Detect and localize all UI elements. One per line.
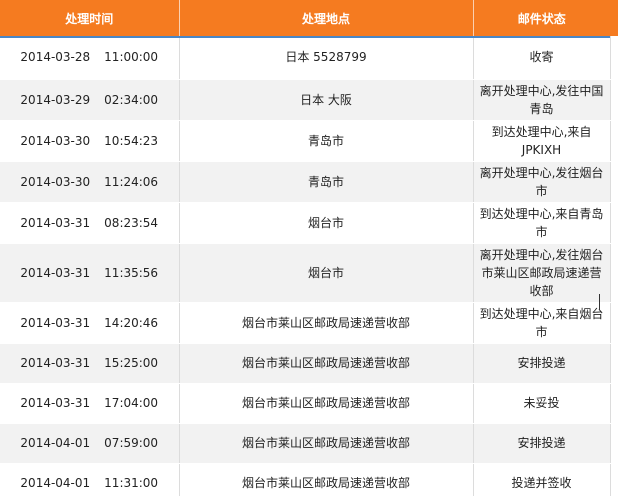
time-cell: 2014-03-31 11:35:56 xyxy=(0,243,180,303)
clock-text: 11:35:56 xyxy=(104,265,159,280)
location-cell: 日本 5528799 xyxy=(179,36,474,80)
table-row: 2014-03-31 17:04:00 烟台市莱山区邮政局速递营收部 未妥投 xyxy=(0,383,611,424)
header-processing-time: 处理时间 xyxy=(0,0,180,36)
table-row: 2014-03-28 11:00:00 日本 5528799 收寄 xyxy=(0,36,611,80)
table-row: 2014-04-01 11:31:00 烟台市莱山区邮政局速递营收部 投递并签收 xyxy=(0,463,611,496)
table-row: 2014-03-30 10:54:23 青岛市 到达处理中心,来自JPKIXH xyxy=(0,120,611,162)
header-underline xyxy=(0,36,610,38)
location-cell: 烟台市 xyxy=(179,202,474,244)
location-cell: 烟台市莱山区邮政局速递营收部 xyxy=(179,302,474,344)
tracking-panel: 处理时间 处理地点 邮件状态 2014-03-28 11:00:00 日本 552… xyxy=(0,0,618,496)
clock-text: 17:04:00 xyxy=(104,396,159,410)
location-cell: 烟台市莱山区邮政局速递营收部 xyxy=(179,423,474,464)
tracking-table: 处理时间 处理地点 邮件状态 2014-03-28 11:00:00 日本 552… xyxy=(0,0,611,496)
date-text: 2014-03-31 xyxy=(20,315,91,330)
date-text: 2014-03-28 xyxy=(20,50,91,65)
clock-text: 11:31:00 xyxy=(104,476,159,490)
time-cell: 2014-04-01 11:31:00 xyxy=(0,463,180,496)
status-cell: 收寄 xyxy=(473,36,611,80)
status-cell: 到达处理中心,来自JPKIXH xyxy=(473,120,611,162)
status-cell: 到达处理中心,来自烟台市 xyxy=(473,302,611,344)
table-row: 2014-03-31 11:35:56 烟台市 离开处理中心,发往烟台市莱山区邮政… xyxy=(0,243,611,303)
date-text: 2014-03-30 xyxy=(20,133,91,148)
time-cell: 2014-03-31 08:23:54 xyxy=(0,202,180,244)
clock-text: 11:00:00 xyxy=(104,50,159,65)
location-cell: 青岛市 xyxy=(179,120,474,162)
date-text: 2014-04-01 xyxy=(20,436,91,450)
header-mail-status: 邮件状态 xyxy=(473,0,610,36)
clock-text: 02:34:00 xyxy=(104,92,159,107)
date-text: 2014-03-31 xyxy=(20,396,91,410)
status-cell: 离开处理中心,发往烟台市 xyxy=(473,161,611,203)
table-row: 2014-03-31 08:23:54 烟台市 到达处理中心,来自青岛市 xyxy=(0,202,611,244)
time-cell: 2014-03-31 14:20:46 xyxy=(0,302,180,344)
status-cell: 离开处理中心,发往烟台市莱山区邮政局速递营收部 xyxy=(473,243,611,303)
time-cell: 2014-03-29 02:34:00 xyxy=(0,79,180,121)
location-cell: 青岛市 xyxy=(179,161,474,203)
time-cell: 2014-03-30 11:24:06 xyxy=(0,161,180,203)
status-cell: 投递并签收 xyxy=(473,463,611,496)
date-text: 2014-03-30 xyxy=(20,174,91,189)
header-processing-location: 处理地点 xyxy=(179,0,474,36)
table-row: 2014-03-29 02:34:00 日本 大阪 离开处理中心,发往中国 青岛 xyxy=(0,79,611,121)
location-cell: 烟台市 xyxy=(179,243,474,303)
date-text: 2014-03-31 xyxy=(20,215,91,230)
clock-text: 15:25:00 xyxy=(104,356,159,370)
date-text: 2014-03-31 xyxy=(20,356,91,370)
status-cell: 到达处理中心,来自青岛市 xyxy=(473,202,611,244)
table-row: 2014-03-30 11:24:06 青岛市 离开处理中心,发往烟台市 xyxy=(0,161,611,203)
clock-text: 07:59:00 xyxy=(104,436,159,450)
table-row: 2014-03-31 14:20:46 烟台市莱山区邮政局速递营收部 到达处理中心… xyxy=(0,302,611,344)
text-cursor xyxy=(599,294,600,310)
time-cell: 2014-04-01 07:59:00 xyxy=(0,423,180,464)
location-cell: 日本 大阪 xyxy=(179,79,474,121)
status-cell: 安排投递 xyxy=(473,343,611,384)
status-cell: 离开处理中心,发往中国 青岛 xyxy=(473,79,611,121)
clock-text: 14:20:46 xyxy=(104,315,159,330)
time-cell: 2014-03-28 11:00:00 xyxy=(0,36,180,80)
location-cell: 烟台市莱山区邮政局速递营收部 xyxy=(179,383,474,424)
table-row: 2014-03-31 15:25:00 烟台市莱山区邮政局速递营收部 安排投递 xyxy=(0,343,611,384)
time-cell: 2014-03-30 10:54:23 xyxy=(0,120,180,162)
date-text: 2014-03-31 xyxy=(20,265,91,280)
time-cell: 2014-03-31 15:25:00 xyxy=(0,343,180,384)
date-text: 2014-04-01 xyxy=(20,476,91,490)
header-edge-strip xyxy=(610,0,618,36)
clock-text: 08:23:54 xyxy=(104,215,159,230)
table-row: 2014-04-01 07:59:00 烟台市莱山区邮政局速递营收部 安排投递 xyxy=(0,423,611,464)
location-cell: 烟台市莱山区邮政局速递营收部 xyxy=(179,463,474,496)
location-cell: 烟台市莱山区邮政局速递营收部 xyxy=(179,343,474,384)
time-cell: 2014-03-31 17:04:00 xyxy=(0,383,180,424)
status-cell: 安排投递 xyxy=(473,423,611,464)
status-cell: 未妥投 xyxy=(473,383,611,424)
date-text: 2014-03-29 xyxy=(20,92,91,107)
clock-text: 11:24:06 xyxy=(104,174,159,189)
table-header-row: 处理时间 处理地点 邮件状态 xyxy=(0,0,610,36)
clock-text: 10:54:23 xyxy=(104,133,159,148)
